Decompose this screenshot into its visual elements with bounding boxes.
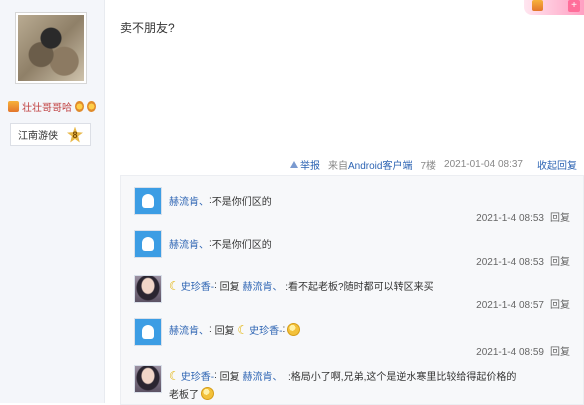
moon-icon: ☾ xyxy=(169,278,180,293)
reply-text: 不是你们区的 xyxy=(211,197,272,208)
floor-number: 7楼 xyxy=(420,161,437,172)
reply-line: 赫流肯、: 不是你们区的 xyxy=(169,236,272,251)
reply-word: 回复 xyxy=(219,372,240,383)
reply-line: ☾ 史珍香-: 回复 赫流肯、 :看不起老板?随时都可以转区来买 xyxy=(169,278,434,294)
default-avatar-icon xyxy=(142,325,154,339)
collapse-replies-link[interactable]: 收起回复 xyxy=(537,157,577,172)
reply-word: 回复 xyxy=(219,282,240,293)
reply-author[interactable]: 赫流肯、 xyxy=(169,193,209,208)
level-number: 8 xyxy=(72,129,78,140)
reply-avatar[interactable] xyxy=(134,275,162,303)
source-prefix: 来自 xyxy=(328,161,348,172)
reply-text: 不是你们区的 xyxy=(211,240,272,251)
separator: : xyxy=(214,280,217,291)
reply-line: 赫流肯、: 回复 ☾ 史珍香-: xyxy=(169,322,301,337)
reply-author[interactable]: 史珍香- xyxy=(181,368,214,383)
reply-text: : xyxy=(282,324,286,335)
level-star-icon: 8 xyxy=(67,127,83,143)
medal-icon xyxy=(75,101,84,112)
post-time: 2021-01-04 08:37 xyxy=(444,159,523,170)
reply-target[interactable]: 史珍香- xyxy=(249,322,282,337)
reply-meta: 2021-1-4 08:57 回复 xyxy=(476,296,570,311)
reply-text-continued: 老板了 xyxy=(169,390,199,401)
moon-icon: ☾ xyxy=(169,368,180,383)
reply-avatar[interactable] xyxy=(134,365,162,393)
default-avatar-icon xyxy=(142,237,154,251)
separator: : xyxy=(209,324,212,335)
reply-line-continued: 老板了 xyxy=(169,386,214,401)
level-badge-box[interactable]: 江南游侠 8 xyxy=(10,123,91,146)
smiley-emoji-icon xyxy=(287,323,301,336)
top-right-badge[interactable]: + xyxy=(524,0,584,15)
reply-time: 2021-1-4 08:53 xyxy=(476,257,544,268)
reply-word: 回复 xyxy=(214,326,235,337)
reply-author[interactable]: 赫流肯、 xyxy=(169,236,209,251)
separator: : xyxy=(214,370,217,381)
reply-line: ☾ 史珍香-: 回复 赫流肯、 :格局小了啊,兄弟,这个是逆水寒里比较给得起价格的 xyxy=(169,368,517,384)
reply-time: 2021-1-4 08:53 xyxy=(476,213,544,224)
report-label: 举报 xyxy=(300,161,320,172)
plus-button[interactable]: + xyxy=(568,0,580,12)
report-link[interactable]: 举报 xyxy=(290,157,320,172)
reply-target[interactable]: 赫流肯、 xyxy=(242,368,282,383)
reply-text: :格局小了啊,兄弟,这个是逆水寒里比较给得起价格的 xyxy=(288,372,517,383)
reply-avatar[interactable] xyxy=(134,187,162,215)
reply-avatar[interactable] xyxy=(134,318,162,346)
reply-button[interactable]: 回复 xyxy=(550,300,570,311)
default-avatar-icon xyxy=(142,194,154,208)
reply-meta: 2021-1-4 08:59 回复 xyxy=(476,343,570,358)
author-avatar[interactable] xyxy=(15,12,87,84)
reply-avatar[interactable] xyxy=(134,230,162,258)
reply-target[interactable]: 赫流肯、 xyxy=(242,278,282,293)
post-source: 来自Android客户端 xyxy=(328,157,412,172)
author-name-row[interactable]: 壮壮哥哥哈 xyxy=(8,99,96,114)
post-meta: 举报 来自Android客户端 7楼 2021-01-04 08:37 收起回复 xyxy=(290,157,577,172)
post-content: 卖不朋友? xyxy=(120,21,175,35)
author-name[interactable]: 壮壮哥哥哈 xyxy=(22,99,72,114)
medal-icon-2 xyxy=(87,101,96,112)
avatar-image xyxy=(18,15,84,81)
reply-time: 2021-1-4 08:57 xyxy=(476,300,544,311)
warning-icon xyxy=(290,161,298,168)
crown-icon xyxy=(8,101,19,112)
reply-author[interactable]: 史珍香- xyxy=(181,278,214,293)
reply-meta: 2021-1-4 08:53 回复 xyxy=(476,253,570,268)
reply-time: 2021-1-4 08:59 xyxy=(476,347,544,358)
reply-line: 赫流肯、: 不是你们区的 xyxy=(169,193,272,208)
source-device-link[interactable]: Android客户端 xyxy=(348,161,412,172)
crown-icon xyxy=(532,0,543,11)
reply-button[interactable]: 回复 xyxy=(550,347,570,358)
level-name: 江南游侠 xyxy=(18,131,58,142)
reply-button[interactable]: 回复 xyxy=(550,213,570,224)
reply-button[interactable]: 回复 xyxy=(550,257,570,268)
reply-meta: 2021-1-4 08:53 回复 xyxy=(476,209,570,224)
moon-icon: ☾ xyxy=(237,322,249,337)
smiley-emoji-icon xyxy=(201,387,214,400)
reply-author[interactable]: 赫流肯、 xyxy=(169,322,209,337)
reply-text: :看不起老板?随时都可以转区来买 xyxy=(285,282,434,293)
author-sidebar: 壮壮哥哥哈 江南游侠 8 xyxy=(0,0,105,403)
